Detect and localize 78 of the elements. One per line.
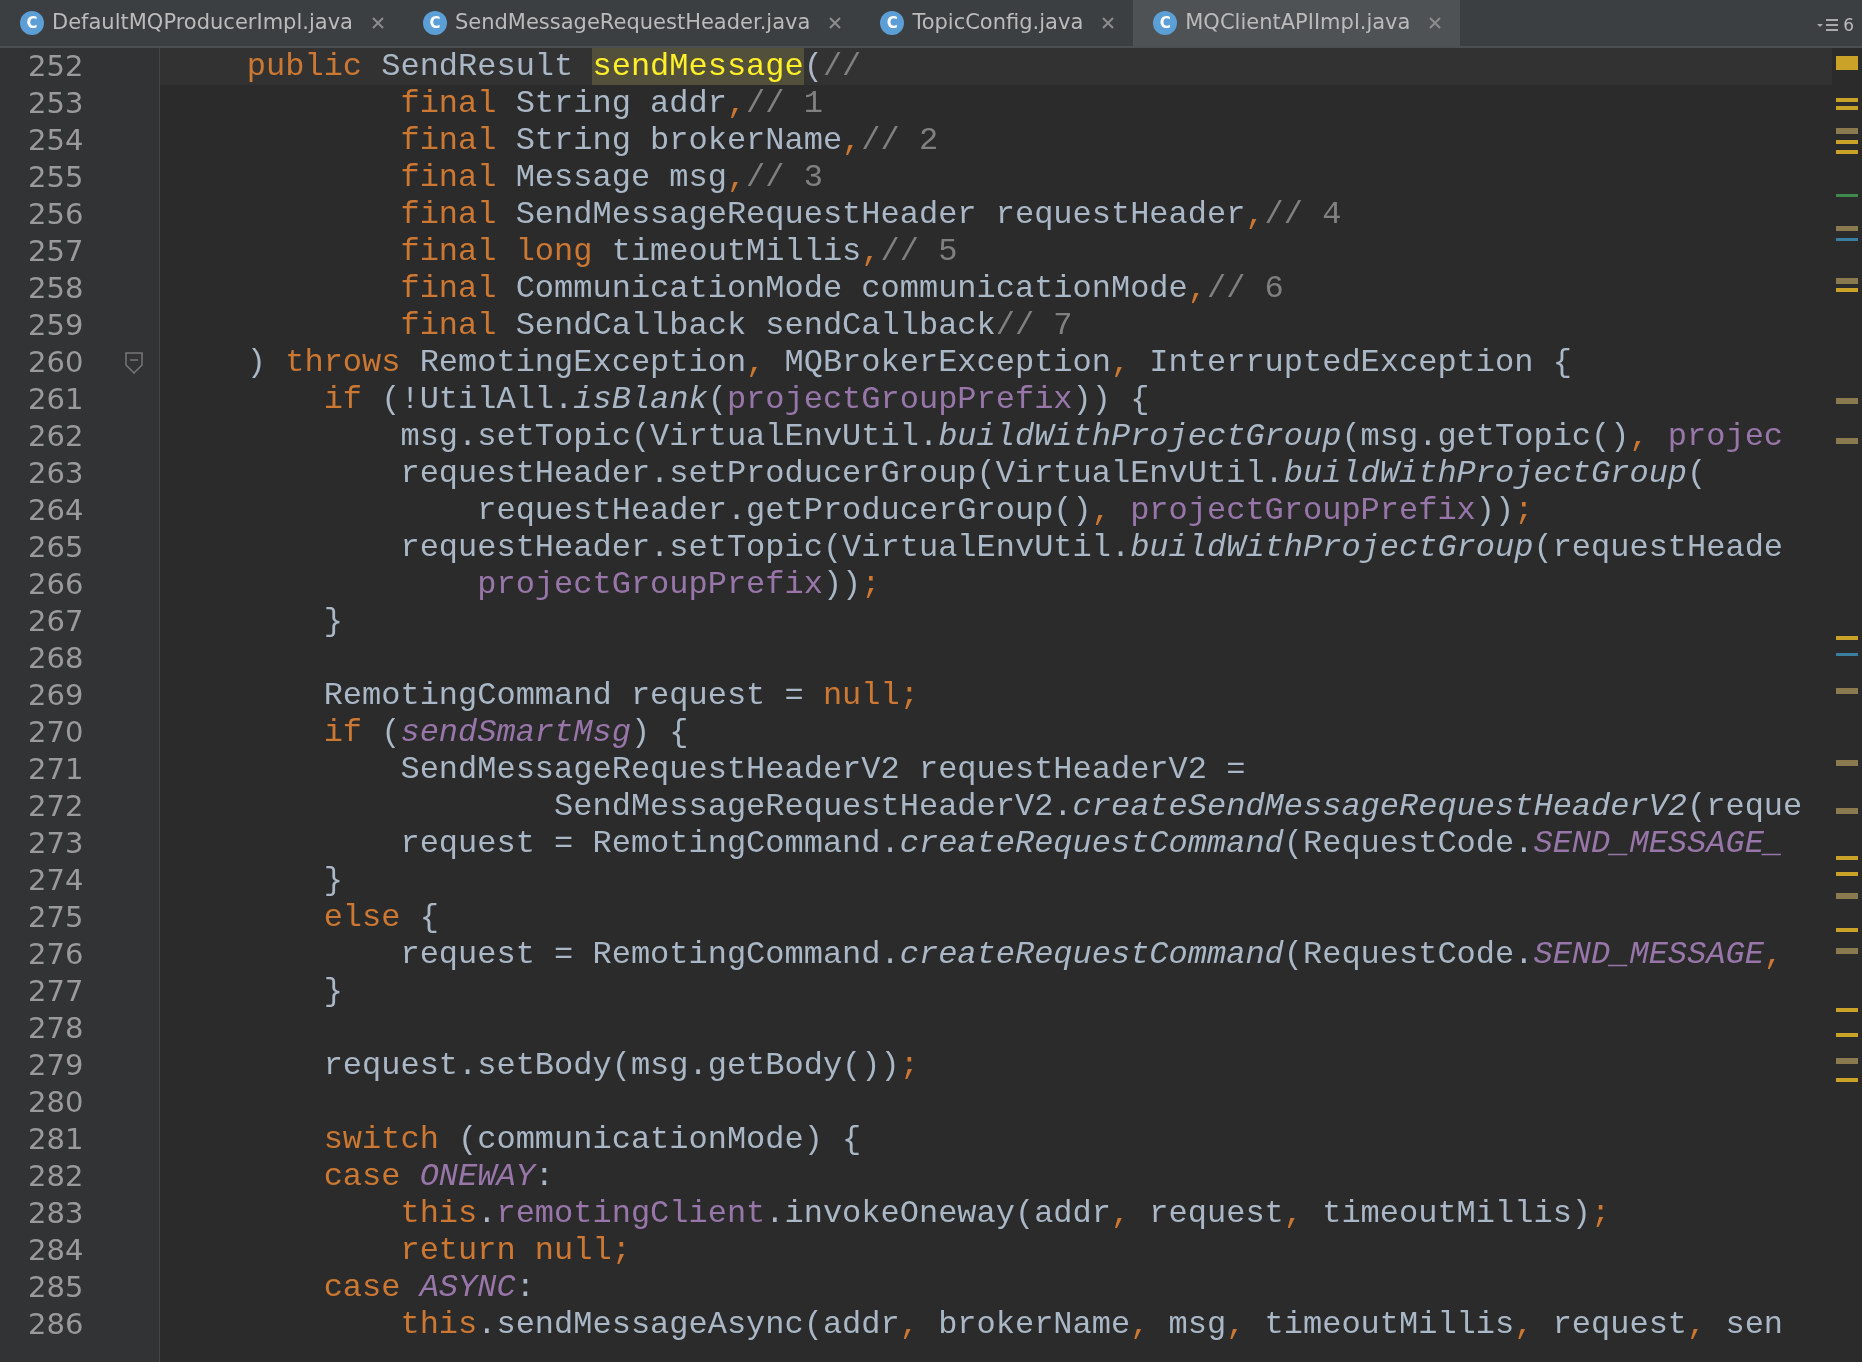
line-number: 255: [27, 159, 85, 196]
class-icon: C: [422, 11, 447, 35]
code-line: this.sendMessageAsync(addr, brokerName, msg, timeoutMillis, request, sen: [399, 1306, 1785, 1343]
close-icon[interactable]: [828, 16, 843, 30]
line-number: 273: [27, 825, 85, 862]
hidden-tab-count: 6: [1843, 13, 1854, 37]
fold-icon[interactable]: [124, 350, 144, 375]
close-icon[interactable]: [370, 16, 385, 30]
line-number: 277: [27, 973, 85, 1010]
line-number: 279: [27, 1047, 85, 1084]
file-tab[interactable]: C MQClientAPIImpl.java: [1133, 0, 1461, 46]
code-line: case ONEWAY:: [322, 1158, 556, 1195]
line-number: 261: [27, 381, 85, 418]
line-number: 269: [27, 677, 85, 714]
line-number: 252: [27, 48, 85, 85]
line-number: 271: [27, 751, 85, 788]
line-number: 263: [27, 455, 85, 492]
code-line: this.remotingClient.invokeOneway(addr, request, timeoutMillis);: [399, 1195, 1612, 1232]
code-line: RemotingCommand request = null;: [322, 677, 920, 714]
code-line: }: [322, 862, 344, 899]
line-number: 258: [27, 270, 85, 307]
code-line: case ASYNC:: [322, 1269, 536, 1306]
line-number: 283: [27, 1195, 85, 1232]
line-number: 260: [27, 344, 85, 381]
line-number: 281: [27, 1121, 85, 1158]
code-line: requestHeader.setTopic(VirtualEnvUtil.buildWithProjectGroup(requestHeade: [399, 529, 1785, 566]
line-number: 265: [27, 529, 85, 566]
code-line: }: [322, 973, 344, 1010]
class-icon: C: [20, 11, 44, 35]
code-line: if (!UtilAll.isBlank(projectGroupPrefix)) {: [322, 381, 1151, 418]
code-line: msg.setTopic(VirtualEnvUtil.buildWithProjectGroup(msg.getTopic(), projec: [399, 418, 1785, 455]
line-number: 254: [27, 122, 85, 159]
code-line: request = RemotingCommand.createRequestCommand(RequestCode.SEND_MESSAGE,: [399, 936, 1785, 973]
code-line: final String addr,// 1: [399, 85, 824, 122]
code-line: ) throws RemotingException, MQBrokerException, InterruptedException {: [245, 344, 1573, 381]
code-line: SendMessageRequestHeaderV2.createSendMessageRequestHeaderV2(reque: [553, 788, 1804, 825]
line-number: 259: [27, 307, 85, 344]
line-number: 276: [27, 936, 85, 973]
code-line: }: [322, 603, 344, 640]
class-icon: C: [880, 11, 905, 35]
code-line: final long timeoutMillis,// 5: [399, 233, 959, 270]
close-icon[interactable]: [1101, 16, 1116, 30]
code-line: request.setBody(msg.getBody());: [322, 1047, 920, 1084]
code-line: else {: [322, 899, 440, 936]
line-number: 266: [27, 566, 85, 603]
code-line: final Message msg,// 3: [399, 159, 824, 196]
line-number: 267: [27, 603, 85, 640]
code-line: SendMessageRequestHeaderV2 requestHeaderV2 =: [399, 751, 1247, 788]
code-line: if (sendSmartMsg) {: [322, 714, 690, 751]
line-number: 272: [27, 788, 85, 825]
line-number: 262: [27, 418, 85, 455]
line-number: 257: [27, 233, 85, 270]
code-line: request = RemotingCommand.createRequestCommand(RequestCode.SEND_MESSAGE_: [399, 825, 1785, 862]
class-icon: C: [1153, 11, 1178, 35]
code-line: projectGroupPrefix));: [476, 566, 882, 603]
line-number: 282: [27, 1158, 85, 1195]
line-number: 286: [27, 1306, 85, 1343]
code-line: final String brokerName,// 2: [399, 122, 940, 159]
line-number: 264: [27, 492, 85, 529]
code-line: final CommunicationMode communicationMode,// 6: [399, 270, 1285, 307]
line-number: 256: [27, 196, 85, 233]
line-number: 274: [27, 862, 85, 899]
line-number: 253: [27, 85, 85, 122]
code-line: requestHeader.getProducerGroup(), projectGroupPrefix));: [476, 492, 1535, 529]
line-number: 270: [27, 714, 85, 751]
line-number: 275: [27, 899, 85, 936]
close-icon[interactable]: [1428, 16, 1443, 30]
tab-list-icon[interactable]: [1817, 17, 1840, 34]
code-line: return null;: [399, 1232, 632, 1269]
line-number: 284: [27, 1232, 85, 1269]
code-line: requestHeader.setProducerGroup(VirtualEnvUtil.buildWithProjectGroup(: [399, 455, 1708, 492]
code-line: final SendCallback sendCallback// 7: [399, 307, 1074, 344]
line-number: 278: [27, 1010, 85, 1047]
line-number: 280: [27, 1084, 85, 1121]
code-line: final SendMessageRequestHeader requestHeader,// 4: [399, 196, 1343, 233]
line-number: 268: [27, 640, 85, 677]
code-line: switch (communicationMode) {: [322, 1121, 863, 1158]
line-number: 285: [27, 1269, 85, 1306]
